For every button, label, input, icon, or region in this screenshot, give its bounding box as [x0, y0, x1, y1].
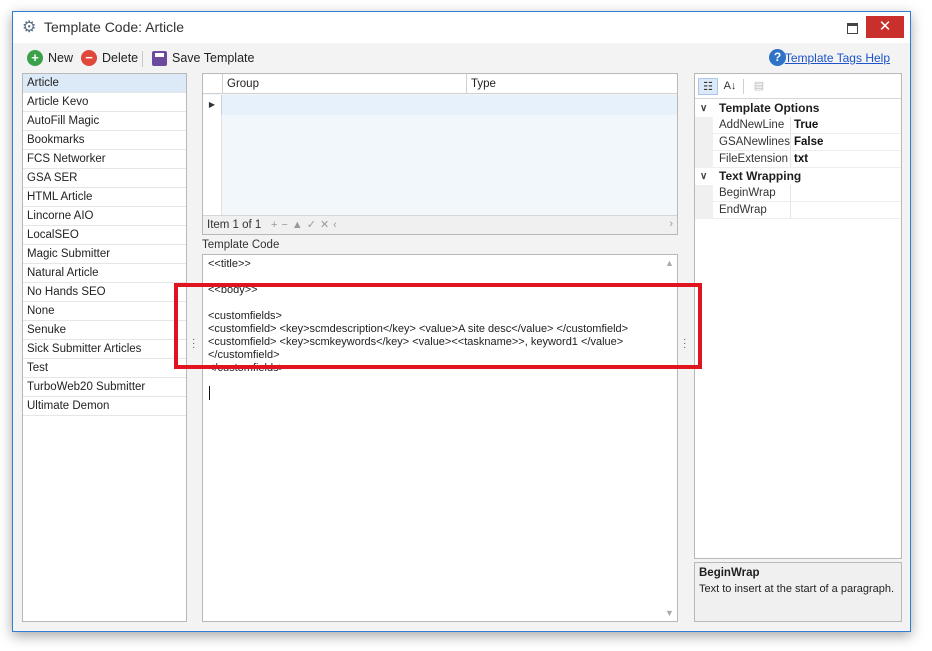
- property-row[interactable]: EndWrap: [695, 202, 901, 219]
- navigator-next-icon[interactable]: ›: [669, 218, 673, 230]
- property-row[interactable]: BeginWrap: [695, 185, 901, 202]
- property-category-label: Template Options: [719, 101, 820, 115]
- list-item[interactable]: Article: [23, 74, 186, 93]
- delete-label: Delete: [102, 51, 139, 65]
- list-item[interactable]: FCS Networker: [23, 150, 186, 169]
- column-header-group[interactable]: Group: [222, 74, 466, 94]
- property-name: AddNewLine: [719, 119, 785, 131]
- property-divider[interactable]: [790, 185, 791, 202]
- new-label: New: [48, 51, 74, 65]
- property-gutter: [695, 185, 713, 202]
- property-description: BeginWrap Text to insert at the start of…: [694, 562, 902, 622]
- property-divider[interactable]: [790, 117, 791, 134]
- property-value[interactable]: txt: [794, 151, 808, 168]
- property-value[interactable]: False: [794, 134, 823, 151]
- list-item[interactable]: Test: [23, 359, 186, 378]
- list-item[interactable]: Magic Submitter: [23, 245, 186, 264]
- chevron-down-icon[interactable]: ∨: [700, 168, 707, 185]
- text-caret: [209, 386, 210, 400]
- grid-header: Group Type: [203, 74, 677, 94]
- template-code-label: Template Code: [202, 239, 280, 251]
- list-item[interactable]: Senuke: [23, 321, 186, 340]
- row-indicator-column: [203, 115, 222, 215]
- list-item[interactable]: None: [23, 302, 186, 321]
- sort-az-icon[interactable]: A↓: [720, 78, 740, 95]
- title-bar: ⚙ Template Code: Article ✕: [13, 12, 910, 43]
- list-item[interactable]: Article Kevo: [23, 93, 186, 112]
- template-tags-help-link[interactable]: Template Tags Help: [785, 51, 890, 65]
- list-item[interactable]: Ultimate Demon: [23, 397, 186, 416]
- grid-new-row[interactable]: [203, 95, 677, 115]
- property-gutter: [695, 117, 713, 134]
- new-button[interactable]: + New: [27, 49, 73, 67]
- navigator-buttons[interactable]: +−▲✓✕‹: [271, 218, 341, 231]
- toolbar-separator: [142, 51, 143, 67]
- gears-icon: ⚙: [22, 19, 37, 36]
- save-template-button[interactable]: Save Template: [152, 49, 254, 67]
- minus-circle-icon: −: [81, 50, 97, 66]
- property-category[interactable]: ∨ Text Wrapping: [695, 168, 901, 185]
- scroll-down-icon[interactable]: ▼: [665, 608, 674, 618]
- property-name: GSANewlines: [719, 136, 790, 148]
- maximize-button[interactable]: [842, 18, 862, 36]
- column-header-type[interactable]: Type: [466, 74, 677, 94]
- floppy-disk-icon: [152, 50, 167, 66]
- list-item[interactable]: Bookmarks: [23, 131, 186, 150]
- property-grid: ☷ A↓ ▤ ∨ Template Options AddNewLine True GS…: [694, 73, 902, 559]
- list-item[interactable]: LocalSEO: [23, 226, 186, 245]
- description-title: BeginWrap: [699, 567, 760, 579]
- data-navigator: Item 1 of 1 +−▲✓✕‹ ›: [203, 215, 677, 234]
- property-category-label: Text Wrapping: [719, 169, 802, 183]
- property-row[interactable]: GSANewlines False: [695, 134, 901, 151]
- property-divider[interactable]: [790, 202, 791, 219]
- toolbar: + New − Delete Save Template ? Template …: [13, 43, 910, 71]
- property-divider[interactable]: [790, 134, 791, 151]
- property-divider[interactable]: [790, 151, 791, 168]
- property-grid-toolbar: ☷ A↓ ▤: [695, 74, 901, 99]
- property-gutter: [695, 134, 713, 151]
- delete-button[interactable]: − Delete: [81, 49, 138, 67]
- row-indicator-icon: ▶: [203, 95, 222, 115]
- property-toolbar-separator: [743, 79, 744, 94]
- property-category[interactable]: ∨ Template Options: [695, 100, 901, 117]
- window-title: Template Code: Article: [44, 19, 185, 35]
- property-value[interactable]: True: [794, 117, 818, 134]
- scroll-up-icon[interactable]: ▲: [665, 258, 674, 268]
- categorized-view-icon[interactable]: ☷: [698, 78, 718, 95]
- property-name: FileExtension: [719, 153, 789, 165]
- list-item[interactable]: Natural Article: [23, 264, 186, 283]
- list-item[interactable]: HTML Article: [23, 188, 186, 207]
- list-item[interactable]: GSA SER: [23, 169, 186, 188]
- property-row[interactable]: AddNewLine True: [695, 117, 901, 134]
- list-item[interactable]: TurboWeb20 Submitter: [23, 378, 186, 397]
- custom-fields-grid: Group Type ▶ Item 1 of 1 +−▲✓✕‹ ›: [202, 73, 678, 235]
- list-item[interactable]: Lincorne AIO: [23, 207, 186, 226]
- save-template-label: Save Template: [172, 51, 255, 65]
- chevron-down-icon[interactable]: ∨: [700, 100, 707, 117]
- property-pages-icon[interactable]: ▤: [749, 78, 769, 95]
- property-name: BeginWrap: [719, 187, 776, 199]
- property-gutter: [695, 151, 713, 168]
- property-gutter: [695, 202, 713, 219]
- template-list[interactable]: Article Article Kevo AutoFill Magic Bookmar…: [22, 73, 187, 622]
- navigator-position: Item 1 of 1: [207, 219, 262, 231]
- plus-circle-icon: +: [27, 50, 43, 66]
- close-button[interactable]: ✕: [866, 16, 904, 38]
- property-row[interactable]: FileExtension txt: [695, 151, 901, 168]
- list-item[interactable]: No Hands SEO: [23, 283, 186, 302]
- list-item[interactable]: AutoFill Magic: [23, 112, 186, 131]
- question-circle-icon[interactable]: ?: [769, 49, 786, 66]
- property-name: EndWrap: [719, 204, 767, 216]
- description-text: Text to insert at the start of a paragra…: [699, 583, 895, 595]
- highlight-annotation-box: [174, 283, 702, 369]
- list-item[interactable]: Sick Submitter Articles: [23, 340, 186, 359]
